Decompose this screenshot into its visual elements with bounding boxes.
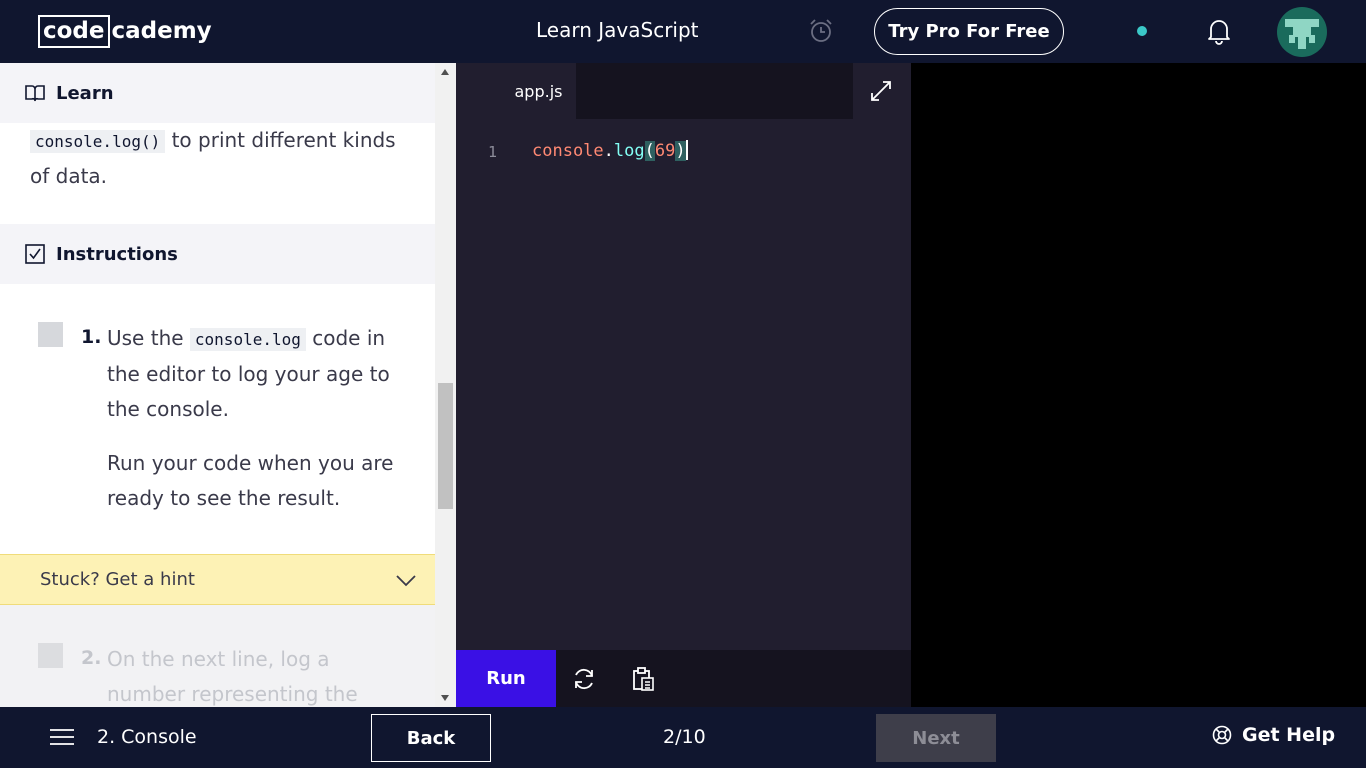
avatar-pattern-icon	[1285, 19, 1319, 49]
instructions-panel: Learn console.log() to print different k…	[0, 63, 456, 707]
scroll-down-arrow-icon[interactable]	[441, 695, 449, 701]
bottom-bar: 2. Console Back 2/10 Next Get Help	[0, 707, 1366, 768]
code-token-number: 69	[654, 141, 676, 161]
scroll-up-arrow-icon[interactable]	[441, 69, 449, 75]
hamburger-menu-icon[interactable]	[50, 728, 74, 746]
alarm-clock-icon[interactable]	[808, 18, 834, 44]
next-button[interactable]: Next	[876, 714, 996, 762]
progress-counter: 2/10	[663, 726, 706, 748]
logo-rest-text: cademy	[111, 17, 212, 44]
status-dot	[1137, 26, 1147, 36]
learn-body-text: console.log() to print different kinds o…	[30, 123, 420, 194]
scrollbar-thumb[interactable]	[438, 383, 453, 509]
clipboard-icon[interactable]	[630, 666, 656, 692]
step-1-number: 1.	[81, 326, 102, 348]
editor-toolbar: Run	[456, 650, 911, 707]
step-2-number: 2.	[81, 647, 102, 669]
code-token-open-paren: (	[644, 141, 655, 161]
lifebuoy-icon	[1212, 725, 1232, 745]
chevron-down-icon	[396, 575, 416, 587]
hint-label: Stuck? Get a hint	[40, 569, 195, 590]
expand-icon	[871, 81, 891, 101]
code-editor: app.js 1 console.log(69) Run	[456, 63, 911, 707]
code-token-dot: .	[603, 141, 614, 161]
get-help-button[interactable]: Get Help	[1212, 724, 1335, 746]
output-console[interactable]	[911, 63, 1366, 707]
code-token-object: console	[532, 141, 604, 161]
step-1-text: Use the console.log code in the editor t…	[107, 321, 407, 427]
learn-code-snippet: console.log()	[30, 130, 166, 153]
lesson-name[interactable]: 2. Console	[97, 726, 197, 748]
step-1-text-before: Use the	[107, 326, 190, 350]
avatar[interactable]	[1277, 7, 1327, 57]
step-2-text: On the next line, log a number represent…	[107, 647, 358, 706]
codecademy-logo[interactable]: code cademy	[38, 14, 212, 48]
step-1-code: console.log	[189, 328, 306, 351]
get-help-label: Get Help	[1242, 724, 1336, 746]
code-token-close-paren: )	[675, 141, 686, 161]
code-token-method: log	[613, 141, 645, 161]
checkbox-icon	[25, 244, 45, 264]
code-line-1[interactable]: console.log(69)	[532, 140, 688, 161]
instructions-section-header[interactable]: Instructions	[0, 224, 435, 284]
tab-spacer	[456, 63, 501, 119]
expand-editor-button[interactable]	[853, 63, 911, 119]
step-1-followup: Run your code when you are ready to see …	[107, 451, 394, 510]
tab-app-js[interactable]: app.js	[501, 63, 576, 119]
step-1-checkbox[interactable]	[38, 322, 63, 347]
bell-icon[interactable]	[1206, 17, 1232, 45]
back-button[interactable]: Back	[371, 714, 491, 762]
editor-tab-bar: app.js	[456, 63, 911, 119]
logo-boxed-text: code	[38, 14, 110, 48]
learn-heading: Learn	[56, 82, 114, 104]
learn-section-header[interactable]: Learn	[0, 63, 435, 123]
step-2-area: 2. On the next line, log a number repres…	[0, 605, 435, 707]
try-pro-button[interactable]: Try Pro For Free	[874, 8, 1064, 55]
course-title: Learn JavaScript	[536, 18, 699, 42]
hint-toggle[interactable]: Stuck? Get a hint	[0, 554, 435, 605]
step-2-checkbox[interactable]	[38, 643, 63, 668]
text-cursor	[685, 140, 688, 160]
instructions-heading: Instructions	[56, 243, 178, 265]
refresh-icon[interactable]	[571, 666, 597, 692]
line-number: 1	[488, 143, 498, 161]
run-button[interactable]: Run	[456, 650, 556, 707]
panel-scrollbar[interactable]	[435, 63, 456, 707]
book-icon	[25, 85, 45, 102]
top-bar: code cademy Learn JavaScript Try Pro For …	[0, 0, 1366, 63]
